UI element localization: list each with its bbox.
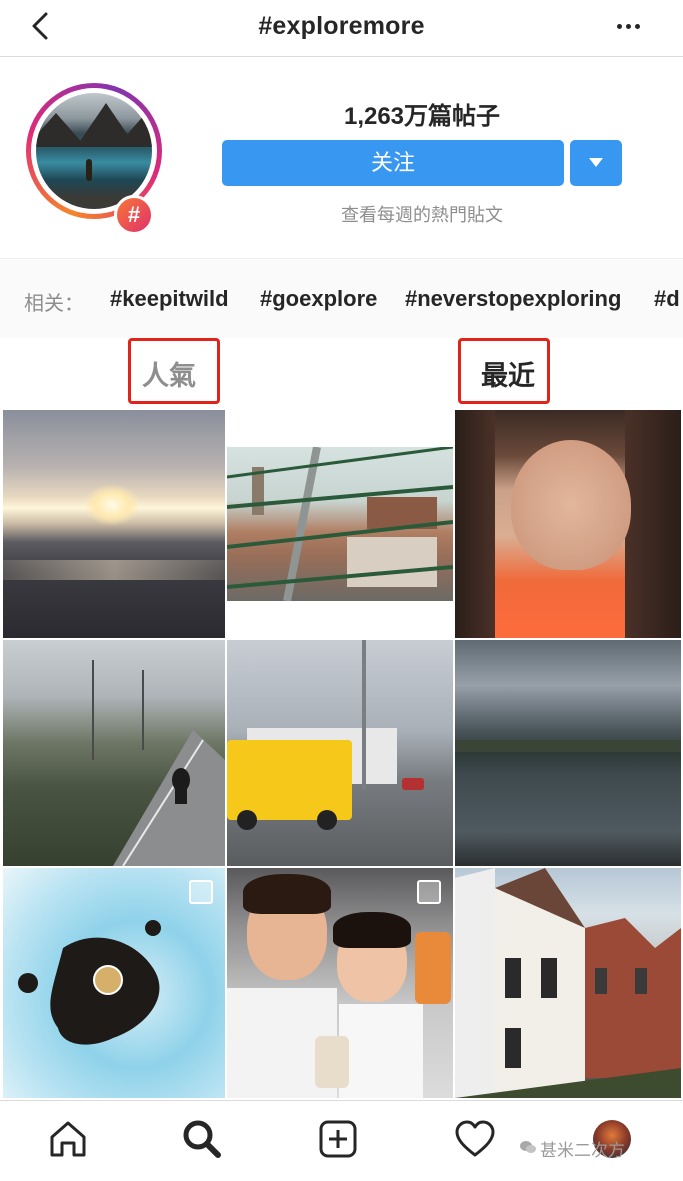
related-label: 相关： — [24, 293, 84, 315]
more-horizontal-icon[interactable] — [615, 16, 643, 36]
section-tabs: 人氣 最近 — [0, 338, 683, 408]
follow-button[interactable]: 关注 — [222, 140, 564, 186]
related-hashtags: 相关： #keepitwild #goexplore #neverstopexp… — [0, 260, 683, 339]
multi-post-icon — [417, 880, 441, 904]
add-post-icon[interactable] — [316, 1117, 360, 1161]
post-thumbnail[interactable] — [3, 868, 225, 1098]
post-thumbnail[interactable] — [3, 640, 225, 866]
tab-top-posts[interactable]: 人氣 — [142, 354, 196, 393]
watermark-text: 甚米二次方 — [540, 1141, 625, 1160]
avatar-photo — [36, 93, 152, 209]
related-tag[interactable]: #d — [654, 286, 680, 312]
follow-options-button[interactable] — [570, 140, 622, 186]
related-tag[interactable]: #goexplore — [260, 286, 377, 312]
post-thumbnail[interactable] — [227, 410, 453, 638]
tab-recent-posts[interactable]: 最近 — [481, 354, 535, 393]
search-icon[interactable] — [180, 1117, 224, 1161]
related-tag[interactable]: #neverstopexploring — [405, 286, 621, 312]
caret-down-icon — [589, 158, 603, 167]
post-thumbnail[interactable] — [455, 640, 681, 866]
multi-post-icon — [189, 880, 213, 904]
top-bar: #exploremore — [0, 0, 683, 57]
post-thumbnail[interactable] — [227, 640, 453, 866]
post-thumbnail[interactable] — [455, 868, 681, 1098]
weekly-top-posts-link[interactable]: 查看每週的熱門貼文 — [222, 201, 622, 227]
hashtag-profile: # 1,263万篇帖子 关注 查看每週的熱門貼文 — [0, 58, 683, 259]
post-count: 1,263万篇帖子 — [343, 103, 501, 130]
home-icon[interactable] — [46, 1117, 90, 1161]
hashtag-badge: # — [114, 195, 154, 235]
wechat-icon — [520, 1141, 536, 1153]
related-tag[interactable]: #keepitwild — [110, 286, 229, 312]
post-thumbnail[interactable] — [227, 868, 453, 1098]
post-thumbnail[interactable] — [455, 410, 681, 638]
hashtag-title: #exploremore — [258, 12, 425, 40]
post-thumbnail[interactable] — [3, 410, 225, 638]
heart-icon[interactable] — [453, 1117, 497, 1161]
